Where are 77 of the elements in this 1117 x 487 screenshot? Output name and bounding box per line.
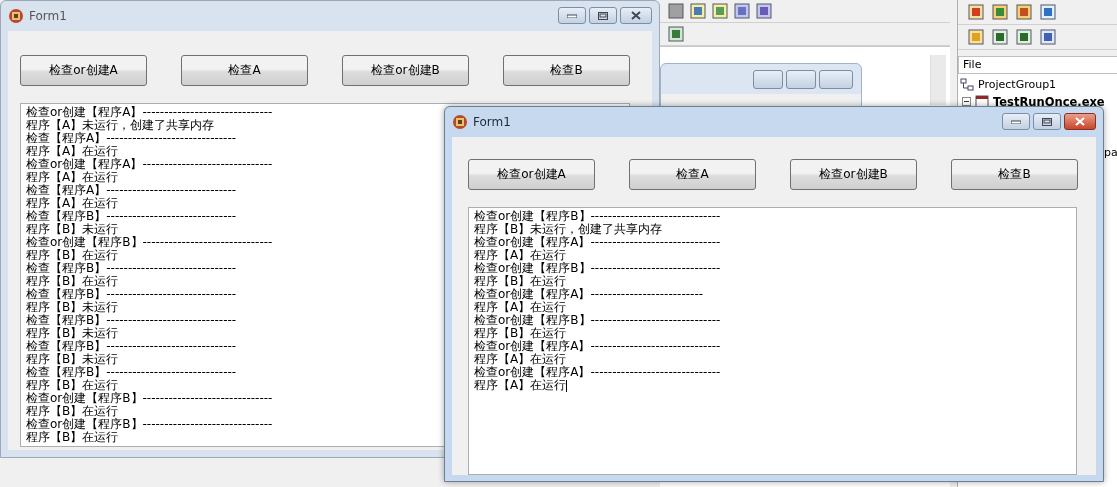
minimize-icon [567,13,577,18]
maximize-icon [598,11,608,20]
toolbar-icon[interactable] [1016,29,1032,45]
toolbar-icon[interactable] [1040,29,1056,45]
log-line: 检查or创建【程序B】------------------------------ [26,236,273,249]
tree-item[interactable]: TestRunOnce.exe [993,94,1105,109]
log-line: 程序【A】在运行 [26,197,119,210]
close-icon [631,11,641,20]
exe-icon [975,94,989,109]
text-cursor [566,379,568,392]
app-icon [452,114,468,130]
log-line: 检查or创建【程序A】------------------------------ [474,340,721,353]
log-line: 检查【程序B】------------------------------ [26,210,237,223]
scrollbar[interactable] [930,55,946,105]
log-line: 检查or创建【程序B】------------------------------ [26,418,273,431]
log-line: 程序【B】在运行 [474,275,567,288]
log-line: 程序【B】在运行 [26,275,119,288]
log-line: 检查【程序B】------------------------------ [26,288,237,301]
minimize-icon [1011,119,1021,124]
toolbar-icon[interactable] [992,4,1008,20]
log-line: 检查or创建【程序B】------------------------------ [474,262,721,275]
close-icon [1075,117,1085,126]
log-line: 检查or创建【程序B】------------------------------ [26,392,273,405]
log-line: 检查【程序B】------------------------------ [26,340,237,353]
column-header[interactable]: File [958,56,1117,74]
close-button[interactable] [1064,113,1096,130]
log-line: 程序【B】在运行 [474,327,567,340]
maximize-button[interactable] [1033,113,1061,130]
action-button[interactable]: 检查or创建B [790,159,917,190]
log-line: 检查【程序B】------------------------------ [26,314,237,327]
window-title: Form1 [29,9,68,23]
toolbar-icon[interactable] [992,29,1008,45]
log-line: 检查【程序B】------------------------------ [26,262,237,275]
log-line: 程序【A】在运行 [474,301,567,314]
tree-item[interactable]: ProjectGroup1 [978,78,1057,91]
log-line: 检查or创建【程序B】------------------------------ [474,210,721,223]
log-line: 检查or创建【程序B】------------------------------ [474,314,721,327]
toolbar-icon[interactable] [668,26,684,42]
action-button[interactable]: 检查or创建A [468,159,595,190]
log-line: 程序【B】未运行 [26,301,119,314]
log-line: 程序【B】在运行 [26,379,119,392]
log-line: 检查or创建【程序A】------------------------------ [474,236,721,249]
toolbar-icon[interactable] [1040,4,1056,20]
toolbar-icon[interactable] [756,3,772,19]
log-line: 检查【程序A】------------------------------ [26,132,237,145]
action-button[interactable]: 检查A [629,159,756,190]
collapse-icon[interactable] [962,97,971,106]
log-line: 程序【A】在运行 [474,249,567,262]
log-line: 程序【A】在运行 [26,145,119,158]
app-icon [8,8,24,24]
log-line: 检查or创建【程序A】------------------------------ [474,366,721,379]
log-line: 检查【程序B】------------------------------ [26,366,237,379]
log-line: 程序【B】未运行，创建了共享内存 [474,223,663,236]
log-line: 程序【B】在运行 [26,249,119,262]
log-line: 程序【A】在运行 [474,379,567,392]
log-line: 程序【B】未运行 [26,327,119,340]
log-memo[interactable] [468,207,1077,475]
log-line: 程序【A】未运行，创建了共享内存 [26,119,215,132]
log-line: 检查or创建【程序A】------------------------------ [26,106,273,119]
cut-text: pa [1104,146,1117,159]
log-line: 检查【程序A】------------------------------ [26,184,237,197]
log-line: 检查or创建【程序A】------------------------------ [26,158,273,171]
toolbar-icon[interactable] [712,3,728,19]
toolbar-icon[interactable] [968,4,984,20]
log-line: 程序【A】在运行 [474,353,567,366]
action-button[interactable]: 检查B [951,159,1078,190]
log-line: 程序【B】在运行 [26,405,119,418]
log-line: 程序【B】未运行 [26,353,119,366]
toolbar-icon[interactable] [690,3,706,19]
log-line: 检查or创建【程序A】-------------------------- [474,288,704,301]
toolbar-icon[interactable] [1016,4,1032,20]
maximize-icon [1042,117,1052,126]
window-title: Form1 [473,115,512,129]
log-line: 程序【B】未运行 [26,223,119,236]
log-line: 程序【A】在运行 [26,171,119,184]
log-line: 程序【B】在运行 [26,431,119,444]
toolbar-icon[interactable] [734,3,750,19]
